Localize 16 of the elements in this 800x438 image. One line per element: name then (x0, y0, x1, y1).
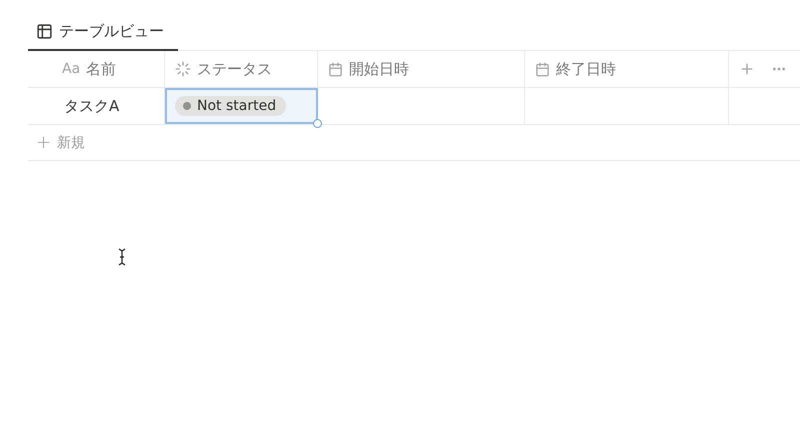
column-header[interactable]: 終了日時 (556, 60, 616, 78)
column-header[interactable]: 開始日時 (349, 60, 409, 78)
table-icon (36, 23, 53, 40)
text-cursor-icon (118, 248, 126, 266)
text-type-label: Aa (62, 61, 80, 77)
new-row-button[interactable]: + 新規 (28, 125, 800, 161)
resize-handle[interactable] (313, 119, 322, 128)
status-icon (175, 61, 191, 77)
calendar-icon (328, 62, 343, 76)
column-header[interactable]: 名前 (86, 60, 116, 78)
column-header[interactable]: ステータス (197, 60, 272, 78)
calendar-icon (535, 62, 550, 76)
status-tag: Not started (175, 96, 286, 116)
task-name[interactable]: タスクA (64, 96, 120, 116)
add-column-icon[interactable] (739, 61, 755, 77)
view-tab[interactable]: テーブルビュー (28, 22, 178, 51)
